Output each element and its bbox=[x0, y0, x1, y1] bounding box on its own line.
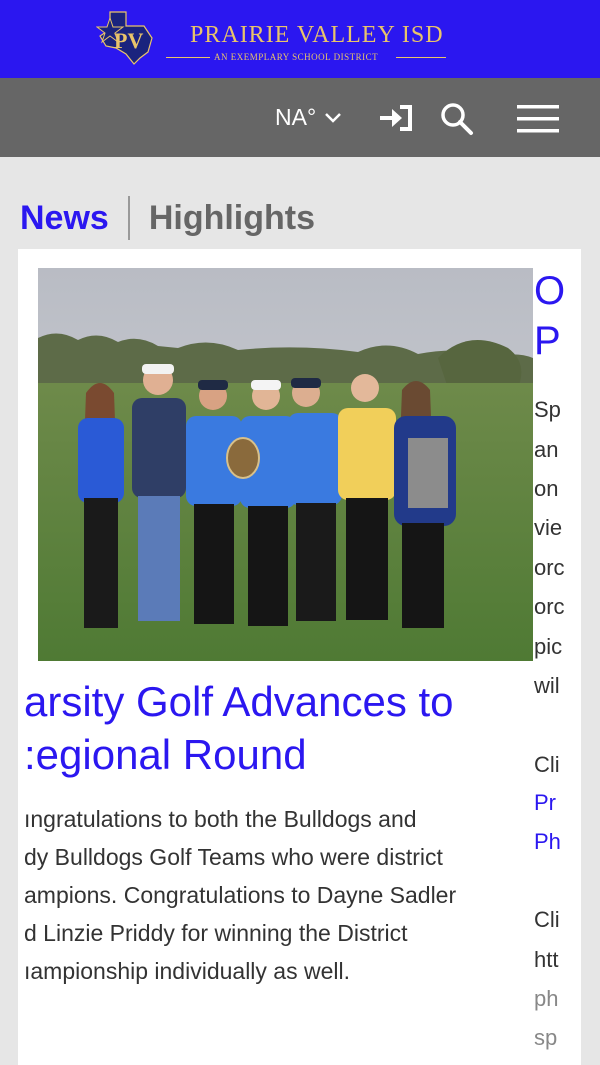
hamburger-menu-icon[interactable] bbox=[517, 105, 559, 133]
weather-dropdown[interactable]: NA° bbox=[275, 104, 342, 131]
next-article-click-line: Cli bbox=[534, 907, 560, 932]
summary-line: ampions. Congratulations to Dayne Sadler bbox=[24, 882, 457, 908]
district-title: PRAIRIE VALLEY ISD bbox=[190, 22, 444, 48]
article-headline[interactable]: arsity Golf Advances to :egional Round bbox=[24, 675, 544, 781]
toolbar: NA° bbox=[0, 78, 600, 157]
site-header: PV PRAIRIE VALLEY ISD AN EXEMPLARY SCHOO… bbox=[0, 0, 600, 78]
next-article-link[interactable]: Pr bbox=[534, 790, 556, 816]
texas-star-logo-icon: PV bbox=[96, 11, 153, 65]
headline-line-1: arsity Golf Advances to bbox=[24, 678, 454, 725]
headline-line-2: :egional Round bbox=[24, 731, 307, 778]
next-article-click-line: Cli bbox=[534, 752, 560, 777]
search-icon[interactable] bbox=[440, 102, 474, 136]
next-article-body-line: vie bbox=[534, 515, 563, 540]
summary-line: ıngratulations to both the Bulldogs and bbox=[24, 806, 417, 832]
next-article-body-line: orc bbox=[534, 594, 565, 619]
next-article-link[interactable]: Ph bbox=[534, 829, 561, 855]
tab-highlights[interactable]: Highlights bbox=[149, 199, 315, 238]
summary-line: ıampionship individually as well. bbox=[24, 958, 350, 984]
article-photo[interactable] bbox=[38, 268, 533, 661]
news-carousel: arsity Golf Advances to :egional Round ı… bbox=[18, 249, 581, 1065]
golf-team-photo bbox=[38, 268, 533, 661]
district-subtitle: AN EXEMPLARY SCHOOL DISTRICT bbox=[214, 52, 379, 62]
summary-line: dy Bulldogs Golf Teams who were district bbox=[24, 844, 443, 870]
next-article-title-line: O bbox=[534, 269, 566, 313]
logo-rule-left bbox=[166, 57, 210, 58]
chevron-down-icon bbox=[325, 112, 342, 123]
tab-divider bbox=[127, 196, 130, 240]
next-article-body-line: on bbox=[534, 476, 559, 501]
summary-line: d Linzie Priddy for winning the District bbox=[24, 920, 408, 946]
next-article-url-line: htt bbox=[534, 947, 559, 972]
weather-label: NA° bbox=[275, 104, 317, 130]
next-article-body-line: wil bbox=[534, 673, 560, 698]
logo-monogram: PV bbox=[114, 28, 143, 53]
next-article-url-line: sp bbox=[534, 1025, 558, 1050]
next-article-url-line: ph bbox=[534, 986, 559, 1011]
next-article-title-line: P bbox=[534, 319, 561, 363]
next-article-body-line: an bbox=[534, 437, 559, 462]
sign-in-icon[interactable] bbox=[380, 104, 414, 132]
next-article-body-line: Sp bbox=[534, 397, 561, 422]
article-summary: ıngratulations to both the Bulldogs and … bbox=[24, 800, 544, 990]
district-logo[interactable]: PV PRAIRIE VALLEY ISD AN EXEMPLARY SCHOO… bbox=[96, 8, 456, 70]
next-article-body-line: pic bbox=[534, 634, 563, 659]
content-tabs: News Highlights bbox=[20, 194, 315, 242]
next-article-body-line: orc bbox=[534, 555, 565, 580]
tab-news[interactable]: News bbox=[20, 199, 109, 238]
logo-rule-right bbox=[396, 57, 446, 58]
